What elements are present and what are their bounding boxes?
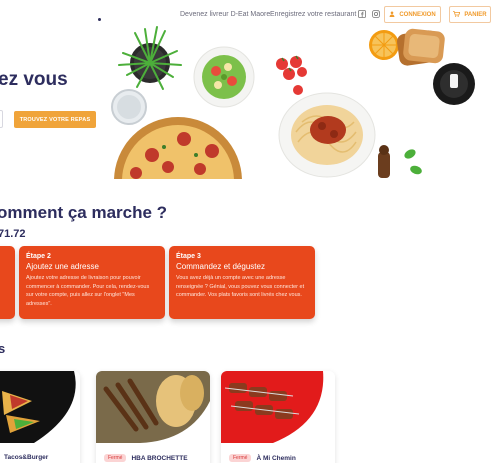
step-heading: Commandez et dégustez: [176, 262, 265, 271]
facebook-icon[interactable]: [358, 10, 366, 18]
instagram-icon[interactable]: [372, 10, 380, 18]
restaurant-card[interactable]: Tacos&Burger: [0, 371, 80, 463]
spaghetti-plate-image: [278, 92, 376, 178]
step-number: Étape 2: [26, 253, 51, 260]
step-heading: Ajoutez une adresse: [26, 262, 99, 271]
step-card-2: Étape 2 Ajoutez une adresse Ajoutez votr…: [19, 246, 165, 319]
step-number: Étape 3: [176, 253, 201, 260]
restaurant-meta: Tacos&Burger: [4, 454, 48, 461]
find-meal-button[interactable]: TROUVEZ VOTRE REPAS: [14, 111, 96, 128]
step-description: Ajoutez votre adresse de livraison pour …: [26, 275, 150, 307]
restaurant-meta: Fermé À Mi Chemin: [229, 454, 296, 462]
logo-dot: [98, 18, 101, 21]
restaurants-section-title: s: [0, 341, 6, 356]
restaurant-name: HBA BROCHETTE: [131, 454, 188, 462]
restaurant-image: [96, 371, 210, 443]
login-label: CONNEXION: [399, 11, 436, 18]
step-card-3: Étape 3 Commandez et dégustez Vous avez …: [169, 246, 315, 319]
potted-plant-image: [118, 26, 182, 90]
coffee-maker-image: [433, 63, 475, 105]
user-icon: [389, 11, 395, 19]
pizza-image: [114, 117, 242, 179]
hero-title: ez vous: [0, 69, 68, 90]
restaurant-card[interactable]: Fermé À Mi Chemin: [221, 371, 335, 463]
address-search-input[interactable]: [0, 110, 3, 128]
become-driver-link[interactable]: Devenez livreur D-Eat Maore: [180, 11, 270, 18]
counter-value: 71.72: [0, 228, 26, 240]
restaurant-name: Tacos&Burger: [4, 454, 49, 461]
cart-label: PANIER: [464, 11, 487, 18]
cart-icon: [453, 10, 461, 19]
restaurant-name: À Mi Chemin: [256, 454, 296, 462]
step-description: Vous avez déjà un compte avec une adress…: [176, 275, 305, 298]
salad-bowl-image: [193, 46, 255, 108]
restaurant-image: [221, 371, 335, 443]
closed-badge: Fermé: [229, 454, 252, 462]
tomatoes-image: [276, 55, 307, 95]
pepper-mill-image: [378, 145, 422, 178]
cart-button[interactable]: PANIER: [449, 6, 491, 23]
register-restaurant-link[interactable]: Enregistrez votre restaurant: [270, 11, 356, 18]
restaurant-image: [0, 371, 80, 443]
step-card-1: [0, 246, 15, 319]
restaurant-card[interactable]: Fermé HBA BROCHETTE: [96, 371, 210, 463]
closed-badge: Fermé: [104, 454, 127, 462]
how-it-works-title: omment ça marche ?: [0, 203, 168, 222]
restaurant-meta: Fermé HBA BROCHETTE: [104, 454, 188, 462]
login-button[interactable]: CONNEXION: [384, 6, 441, 23]
